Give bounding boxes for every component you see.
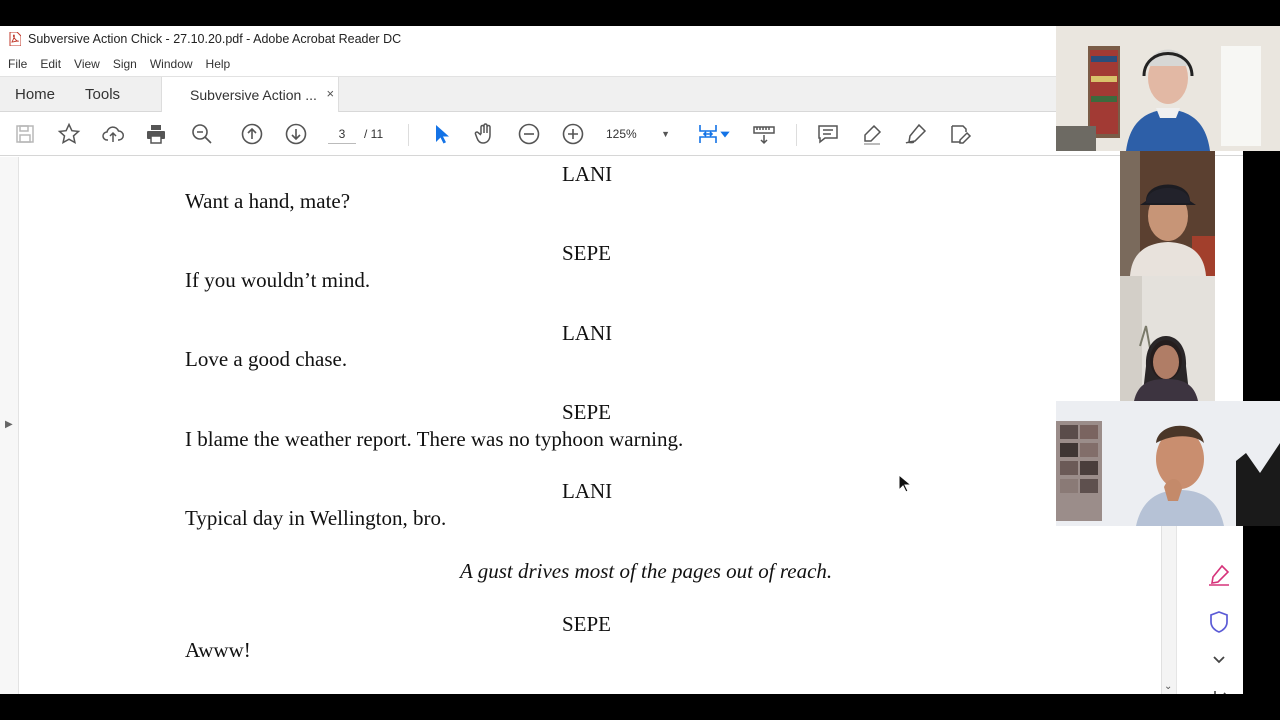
- zoom-out-icon[interactable]: [515, 120, 543, 148]
- tab-tools[interactable]: Tools: [70, 77, 135, 112]
- dialogue-line: Awww!: [185, 638, 251, 662]
- tab-document[interactable]: Subversive Action ... ×: [161, 77, 340, 113]
- hand-tool-icon[interactable]: [471, 120, 499, 148]
- highlight-pen-icon[interactable]: [858, 120, 886, 148]
- sign-pen-icon[interactable]: [902, 120, 930, 148]
- window-title: Subversive Action Chick - 27.10.20.pdf -…: [28, 32, 402, 46]
- fit-dropdown-icon[interactable]: [718, 120, 732, 148]
- bookmark-star-icon[interactable]: [55, 120, 83, 148]
- character-name: SEPE: [562, 400, 612, 424]
- character-name: SEPE: [562, 241, 612, 265]
- save-icon[interactable]: [11, 120, 39, 148]
- tab-document-label: Subversive Action ...: [190, 87, 317, 103]
- shield-protect-icon[interactable]: [1206, 609, 1232, 635]
- video-tile-participant[interactable]: [1120, 151, 1215, 276]
- zoom-select[interactable]: 125% ▼: [606, 124, 672, 144]
- previous-page-icon[interactable]: [238, 120, 266, 148]
- dialogue-line: Love a good chase.: [185, 347, 348, 371]
- print-icon[interactable]: [142, 120, 170, 148]
- toolbar-divider: [796, 124, 797, 146]
- menu-help[interactable]: Help: [206, 57, 231, 71]
- menu-file[interactable]: File: [8, 57, 27, 71]
- page-total: / 11: [364, 127, 384, 141]
- menu-window[interactable]: Window: [150, 57, 193, 71]
- menu-edit[interactable]: Edit: [40, 57, 61, 71]
- tab-home[interactable]: Home: [0, 77, 70, 112]
- dialogue-line: Want a hand, mate?: [185, 189, 351, 213]
- pdf-file-icon: [8, 31, 22, 47]
- menu-view[interactable]: View: [74, 57, 100, 71]
- video-tile-participant[interactable]: [1120, 276, 1215, 401]
- scroll-down-icon[interactable]: ⌄: [1164, 681, 1172, 692]
- character-name: LANI: [562, 162, 613, 186]
- stage-direction: A gust drives most of the pages out of r…: [460, 559, 833, 583]
- chevron-down-icon: ▼: [661, 129, 670, 139]
- document-area: ▶ LANI Want a hand, mate? SEPE If you wo…: [0, 157, 1176, 694]
- close-tab-icon[interactable]: ×: [326, 86, 334, 101]
- select-arrow-icon[interactable]: [427, 120, 455, 148]
- zoom-value: 125%: [606, 127, 637, 141]
- character-name: LANI: [562, 321, 613, 345]
- video-tile-participant[interactable]: [1056, 26, 1280, 151]
- scroll-mode-icon[interactable]: [750, 120, 778, 148]
- page-number-input[interactable]: 3: [328, 124, 356, 144]
- dialogue-line: I blame the weather report. There was no…: [185, 427, 684, 451]
- character-name: SEPE: [562, 612, 612, 636]
- comment-icon[interactable]: [814, 120, 842, 148]
- video-tile-participant[interactable]: [1056, 401, 1280, 526]
- left-panel-toggle[interactable]: ▶: [0, 157, 19, 694]
- menu-sign[interactable]: Sign: [113, 57, 137, 71]
- upload-cloud-icon[interactable]: [99, 120, 127, 148]
- chevron-down-icon[interactable]: [1206, 647, 1232, 673]
- dialogue-line: Typical day in Wellington, bro.: [185, 506, 447, 530]
- collapse-panel-icon[interactable]: [1208, 684, 1234, 694]
- zoom-in-icon[interactable]: [559, 120, 587, 148]
- mouse-cursor-icon: [898, 473, 913, 494]
- search-zoom-icon[interactable]: [188, 120, 216, 148]
- next-page-icon[interactable]: [282, 120, 310, 148]
- pdf-page: LANI Want a hand, mate? SEPE If you woul…: [19, 157, 1161, 694]
- fill-sign-icon[interactable]: [946, 120, 974, 148]
- fill-sign-pen-icon[interactable]: [1206, 562, 1232, 588]
- character-name: LANI: [562, 479, 613, 503]
- screen: Subversive Action Chick - 27.10.20.pdf -…: [0, 0, 1280, 720]
- dialogue-line: If you wouldn’t mind.: [185, 268, 371, 292]
- toolbar-divider: [408, 124, 409, 146]
- expand-panel-icon: ▶: [5, 419, 13, 430]
